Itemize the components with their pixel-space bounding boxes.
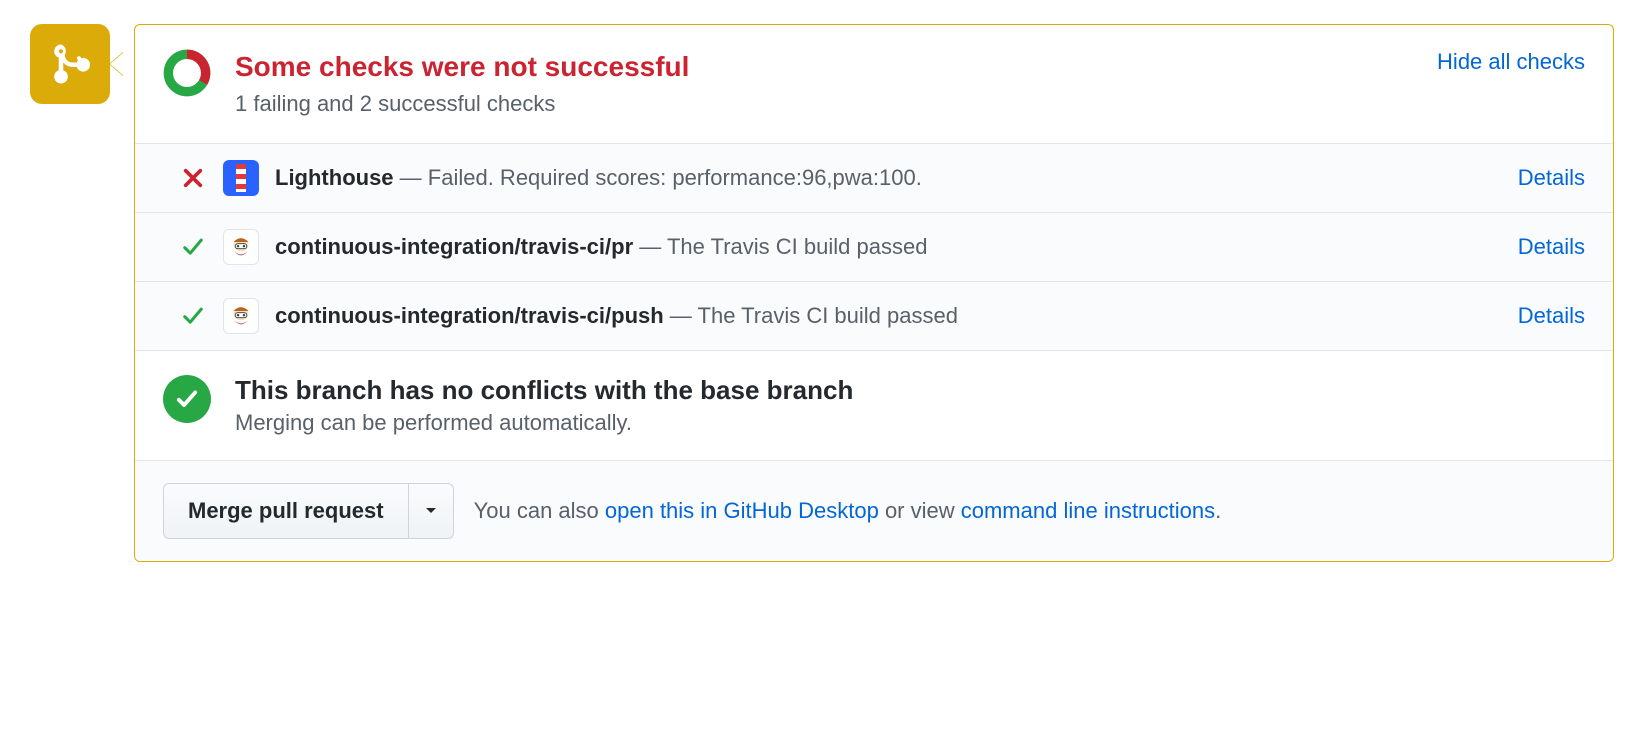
checks-status-title: Some checks were not successful (235, 49, 1421, 85)
details-link[interactable]: Details (1518, 303, 1585, 329)
merge-status-title: This branch has no conflicts with the ba… (235, 375, 853, 406)
merge-hint-text: You can also open this in GitHub Desktop… (474, 498, 1222, 524)
merge-pull-request-button[interactable]: Merge pull request (163, 483, 409, 539)
lighthouse-avatar (223, 160, 259, 196)
checks-status-subtitle: 1 failing and 2 successful checks (235, 91, 1421, 117)
check-row: continuous-integration/travis-ci/pr — Th… (135, 213, 1613, 282)
caret-down-icon (425, 507, 437, 515)
merge-status-section: This branch has no conflicts with the ba… (135, 351, 1613, 460)
success-circle-icon (163, 375, 211, 423)
travis-avatar (223, 298, 259, 334)
check-icon (163, 236, 223, 258)
check-name: continuous-integration/travis-ci/push (275, 303, 664, 328)
check-row: Lighthouse — Failed. Required scores: pe… (135, 144, 1613, 213)
open-github-desktop-link[interactable]: open this in GitHub Desktop (605, 498, 879, 523)
travis-avatar (223, 229, 259, 265)
hide-all-checks-link[interactable]: Hide all checks (1437, 49, 1585, 75)
details-link[interactable]: Details (1518, 165, 1585, 191)
check-description: Lighthouse — Failed. Required scores: pe… (275, 165, 1502, 191)
check-name: continuous-integration/travis-ci/pr (275, 234, 633, 259)
status-donut-icon (163, 49, 211, 97)
check-row: continuous-integration/travis-ci/push — … (135, 282, 1613, 351)
merge-actions: Merge pull request You can also open thi… (135, 460, 1613, 561)
checks-summary: Some checks were not successful 1 failin… (135, 25, 1613, 143)
x-icon (163, 167, 223, 189)
git-merge-icon (46, 40, 94, 88)
checks-panel: Some checks were not successful 1 failin… (134, 24, 1614, 562)
check-name: Lighthouse (275, 165, 394, 190)
check-list: Lighthouse — Failed. Required scores: pe… (135, 143, 1613, 351)
check-description: continuous-integration/travis-ci/push — … (275, 303, 1502, 329)
check-description: continuous-integration/travis-ci/pr — Th… (275, 234, 1502, 260)
check-icon (163, 305, 223, 327)
merge-status-subtitle: Merging can be performed automatically. (235, 410, 853, 436)
command-line-instructions-link[interactable]: command line instructions (961, 498, 1215, 523)
timeline-merge-badge (30, 24, 110, 104)
details-link[interactable]: Details (1518, 234, 1585, 260)
merge-options-dropdown[interactable] (409, 483, 454, 539)
